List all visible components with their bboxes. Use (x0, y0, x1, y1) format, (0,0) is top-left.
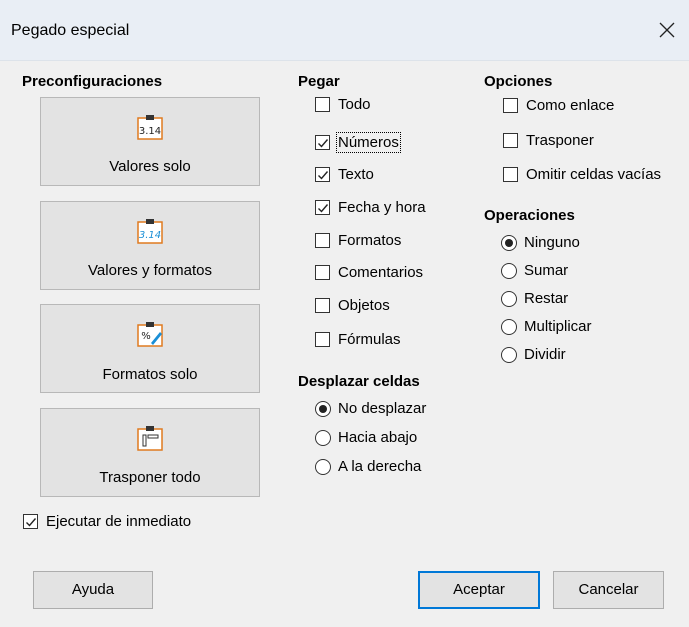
paste-objects-checkbox[interactable]: Objetos (315, 297, 390, 314)
checkbox-box[interactable] (315, 135, 330, 150)
clipboard-formats-icon: % (137, 322, 163, 347)
clipboard-values-icon: 3.14 (137, 115, 163, 140)
checkmark-icon (318, 171, 329, 180)
checkbox-box[interactable] (315, 332, 330, 347)
preset-values-formats-button[interactable]: 3.14 Valores y formatos (40, 201, 260, 290)
checkbox-box[interactable] (315, 200, 330, 215)
operation-subtract-label: Restar (524, 290, 569, 307)
clipboard-values-text: 3.14 (139, 126, 161, 137)
checkmark-icon (318, 204, 329, 213)
checkbox-box[interactable] (315, 265, 330, 280)
operation-none-label: Ninguno (524, 234, 580, 251)
clipboard-transpose-icon (137, 426, 163, 451)
operation-divide-label: Dividir (524, 346, 566, 363)
run-immediately-checkbox[interactable]: Ejecutar de inmediato (23, 513, 191, 530)
option-link-label: Como enlace (526, 97, 615, 114)
paste-numbers-label: Números (336, 132, 401, 153)
checkmark-icon (26, 518, 37, 527)
paste-comments-checkbox[interactable]: Comentarios (315, 264, 423, 281)
operation-multiply-radio[interactable]: Multiplicar (501, 318, 592, 335)
dialog-title: Pegado especial (11, 22, 130, 39)
operation-subtract-radio[interactable]: Restar (501, 290, 568, 307)
checkbox-box[interactable] (503, 133, 518, 148)
close-icon (659, 22, 675, 38)
shift-cells-heading: Desplazar celdas (298, 373, 420, 390)
checkbox-box[interactable] (315, 167, 330, 182)
option-link-checkbox[interactable]: Como enlace (503, 97, 614, 114)
paste-formulas-label: Fórmulas (338, 331, 401, 348)
paste-objects-label: Objetos (338, 297, 390, 314)
preset-formats-only-button[interactable]: % Formatos solo (40, 304, 260, 393)
operations-heading: Operaciones (484, 207, 575, 224)
radio-circle[interactable] (315, 400, 331, 417)
shift-none-radio[interactable]: No desplazar (315, 400, 426, 417)
preset-values-only-label: Valores solo (109, 158, 191, 175)
shift-down-radio[interactable]: Hacia abajo (315, 429, 417, 446)
presets-heading: Preconfiguraciones (22, 73, 163, 90)
checkbox-box[interactable] (315, 97, 330, 112)
shift-none-label: No desplazar (338, 400, 427, 417)
radio-circle[interactable] (501, 234, 517, 251)
checkbox-box[interactable] (503, 98, 518, 113)
operation-none-radio[interactable]: Ninguno (501, 234, 580, 251)
clipboard-values-formats-text: 3.14 (139, 230, 161, 241)
cancel-button[interactable]: Cancelar (553, 571, 664, 609)
radio-circle[interactable] (501, 290, 517, 307)
paste-comments-label: Comentarios (338, 264, 424, 281)
radio-dot (505, 238, 513, 247)
paste-formats-checkbox[interactable]: Formatos (315, 232, 401, 249)
radio-circle[interactable] (315, 458, 331, 475)
clipboard-values-formats-icon: 3.14 (137, 219, 163, 244)
radio-circle[interactable] (501, 262, 517, 279)
shift-right-label: A la derecha (338, 458, 422, 475)
checkbox-box[interactable] (503, 167, 518, 182)
checkbox-box[interactable] (315, 298, 330, 313)
paste-text-label: Texto (338, 166, 374, 183)
operation-add-radio[interactable]: Sumar (501, 262, 568, 279)
preset-formats-only-label: Formatos solo (102, 366, 198, 383)
preset-transpose-all-label: Trasponer todo (99, 469, 201, 486)
checkbox-box[interactable] (23, 514, 38, 529)
radio-dot (319, 404, 327, 413)
option-skip-empty-checkbox[interactable]: Omitir celdas vacías (503, 166, 661, 183)
shift-right-radio[interactable]: A la derecha (315, 458, 421, 475)
preset-values-only-button[interactable]: 3.14 Valores solo (40, 97, 260, 186)
checkbox-box[interactable] (315, 233, 330, 248)
paste-text-checkbox[interactable]: Texto (315, 166, 374, 183)
paste-datetime-checkbox[interactable]: Fecha y hora (315, 199, 426, 216)
ok-button[interactable]: Aceptar (418, 571, 540, 609)
radio-circle[interactable] (501, 346, 517, 363)
paste-heading: Pegar (298, 73, 340, 90)
option-skip-empty-label: Omitir celdas vacías (526, 166, 662, 183)
options-heading: Opciones (484, 73, 553, 90)
paste-formats-label: Formatos (338, 232, 402, 249)
paste-formulas-checkbox[interactable]: Fórmulas (315, 331, 401, 348)
clipboard-formats-text: % (141, 331, 151, 342)
checkmark-icon (318, 139, 329, 148)
option-transpose-label: Trasponer (526, 132, 594, 149)
preset-values-formats-label: Valores y formatos (88, 262, 212, 279)
option-transpose-checkbox[interactable]: Trasponer (503, 132, 594, 149)
paste-all-checkbox[interactable]: Todo (315, 96, 371, 113)
radio-circle[interactable] (315, 429, 331, 446)
paste-all-label: Todo (338, 96, 371, 113)
radio-circle[interactable] (501, 318, 517, 335)
help-button[interactable]: Ayuda (33, 571, 153, 609)
operation-add-label: Sumar (524, 262, 569, 279)
paste-datetime-label: Fecha y hora (338, 199, 426, 216)
operation-multiply-label: Multiplicar (524, 318, 592, 335)
operation-divide-radio[interactable]: Dividir (501, 346, 566, 363)
shift-down-label: Hacia abajo (338, 429, 418, 446)
title-bar: Pegado especial (0, 0, 689, 61)
preset-transpose-all-button[interactable]: Trasponer todo (40, 408, 260, 497)
run-immediately-label: Ejecutar de inmediato (46, 513, 192, 530)
close-button[interactable] (653, 16, 681, 44)
paste-numbers-checkbox[interactable]: Números (315, 132, 401, 153)
